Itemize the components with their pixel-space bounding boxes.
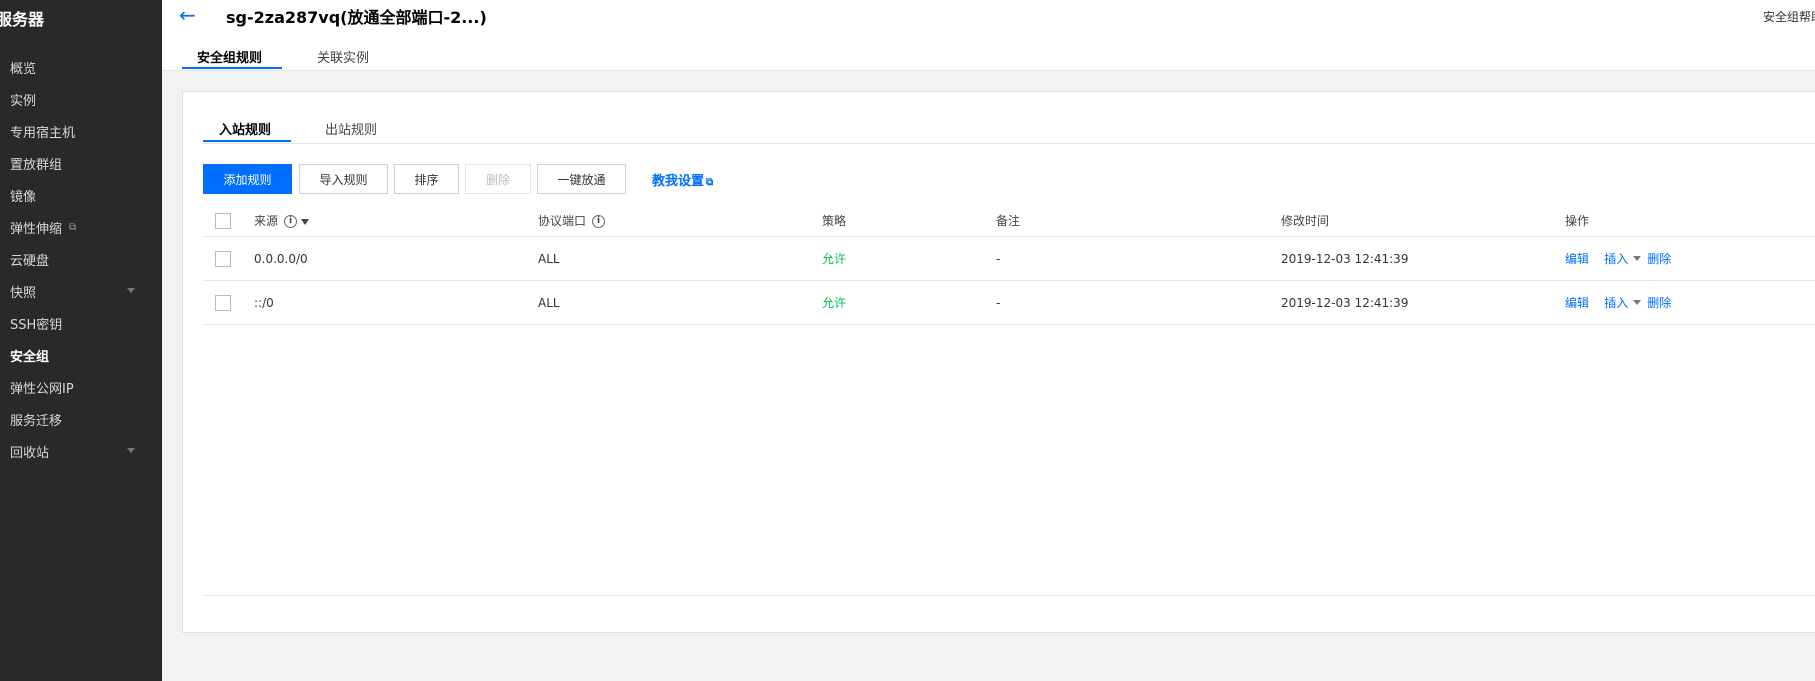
column-header-ops: 操作 [1565,214,1590,228]
table-row: ::/0 ALL 允许 - 2019-12-03 12:41:39 编辑 插入 删… [203,281,1815,325]
remark-cell: - [996,296,1001,310]
sidebar-item-label: 置放群组 [10,158,63,173]
add-rule-button[interactable]: 添加规则 [203,164,292,194]
sidebar-item-label: 回收站 [10,446,50,461]
back-arrow-icon[interactable]: ← [179,3,196,27]
sidebar-item-label: 弹性伸缩 [10,222,63,237]
divider [203,143,1815,144]
guide-link[interactable]: 教我设置 ⧉ [652,170,713,189]
policy-cell: 允许 [822,252,847,266]
column-header-label: 来源 [254,214,279,228]
info-icon[interactable]: i [284,215,298,228]
sidebar-item-label: 云硬盘 [10,254,50,269]
chevron-down-icon [127,288,135,293]
delete-button[interactable]: 删除 [465,164,531,194]
column-header-label: 协议端口 [538,214,587,228]
row-checkbox[interactable] [215,295,231,311]
tab-security-group-rules[interactable]: 安全组规则 [197,47,262,66]
chevron-down-icon[interactable] [1633,300,1642,305]
tab-associated-instances[interactable]: 关联实例 [317,47,369,66]
page-title: sg-2za287vq(放通全部端口-2...) [226,8,487,27]
sidebar-item-recycle-bin[interactable]: 回收站 [0,433,162,470]
sidebar-item-label: 概览 [10,62,37,77]
help-link[interactable]: 安全组帮助 [1763,8,1815,25]
source-cell: ::/0 [254,296,274,310]
column-header-policy: 策略 [822,214,847,228]
sidebar-item-label: 服务迁移 [10,414,63,429]
modified-cell: 2019-12-03 12:41:39 [1281,296,1409,310]
rules-card: 入站规则 出站规则 添加规则 导入规则 排序 删除 一键放通 教我设置 ⧉ 来源 i… [182,91,1815,633]
sidebar-item-label: 镜像 [10,190,37,205]
source-cell: 0.0.0.0/0 [254,252,308,266]
page-header: ← sg-2za287vq(放通全部端口-2...) 安全组帮助 安全组规则 关… [162,0,1815,71]
delete-link[interactable]: 删除 [1647,296,1671,310]
filter-icon[interactable] [301,218,310,225]
allow-all-button[interactable]: 一键放通 [537,164,626,194]
column-header-modified: 修改时间 [1281,214,1330,228]
sidebar-item-label: 安全组 [10,350,50,365]
divider [203,595,1815,596]
sidebar-item-label: 专用宿主机 [10,126,76,141]
policy-cell: 允许 [822,296,847,310]
sidebar-item-label: 快照 [10,286,37,301]
sidebar: 服务器 概览 实例 专用宿主机 置放群组 镜像 弹性伸缩 ⧉ 云硬盘 快照 SSH… [0,0,162,681]
active-subtab-indicator [203,140,291,142]
active-tab-indicator [182,67,282,69]
external-link-icon: ⧉ [706,177,714,188]
column-header-source: 来源 i [254,205,310,237]
sidebar-item-label: 实例 [10,94,37,109]
guide-link-label: 教我设置 [652,174,705,189]
sidebar-title: 服务器 [0,10,45,29]
chevron-down-icon[interactable] [1633,256,1642,261]
row-checkbox[interactable] [215,251,231,267]
edit-link[interactable]: 编辑 [1565,252,1589,266]
sidebar-item-label: 弹性公网IP [10,382,74,397]
chevron-down-icon [127,448,135,453]
sort-button[interactable]: 排序 [394,164,459,194]
insert-link[interactable]: 插入 [1604,296,1628,310]
sidebar-item-label: SSH密钥 [10,318,63,333]
delete-link[interactable]: 删除 [1647,252,1671,266]
column-header-port: 协议端口 i [538,205,606,237]
tab-inbound-rules[interactable]: 入站规则 [219,119,271,138]
external-link-icon: ⧉ [69,222,77,233]
column-header-remark: 备注 [996,214,1021,228]
port-cell: ALL [538,252,560,266]
insert-link[interactable]: 插入 [1604,252,1628,266]
import-rules-button[interactable]: 导入规则 [299,164,388,194]
ops-cell: 编辑 插入 删除 [1565,281,1671,325]
port-cell: ALL [538,296,560,310]
info-icon[interactable]: i [592,215,606,228]
modified-cell: 2019-12-03 12:41:39 [1281,252,1409,266]
table-row: 0.0.0.0/0 ALL 允许 - 2019-12-03 12:41:39 编… [203,237,1815,281]
remark-cell: - [996,252,1001,266]
select-all-checkbox[interactable] [215,213,231,229]
tab-outbound-rules[interactable]: 出站规则 [325,119,377,138]
edit-link[interactable]: 编辑 [1565,296,1589,310]
ops-cell: 编辑 插入 删除 [1565,237,1671,281]
